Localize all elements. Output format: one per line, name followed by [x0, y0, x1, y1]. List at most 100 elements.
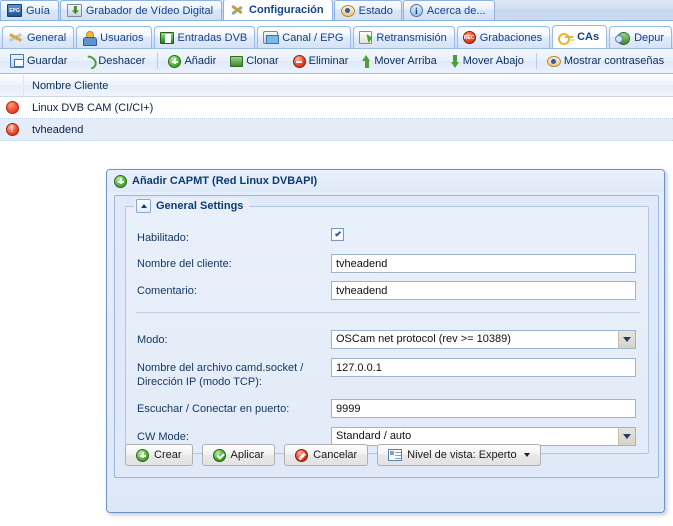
check-circle-icon: [212, 448, 226, 462]
dvr-icon: [66, 4, 82, 17]
create-button[interactable]: Crear: [125, 444, 193, 466]
enabled-checkbox[interactable]: [331, 228, 344, 241]
dialog-title-bar: Añadir CAPMT (Red Linux DVBAPI): [107, 170, 664, 192]
table-row[interactable]: Linux DVB CAM (CI/CI+): [0, 97, 673, 119]
tab-cas[interactable]: CAs: [552, 25, 608, 48]
arrow-up-icon: [362, 54, 371, 68]
view-level-button[interactable]: Nivel de vista: Experto: [377, 444, 541, 466]
add-button[interactable]: Añadir: [162, 52, 222, 71]
bug-icon: [615, 31, 631, 45]
table-row[interactable]: ! tvheadend: [0, 119, 673, 141]
save-icon: [10, 54, 24, 68]
row-status-cell: [0, 101, 24, 114]
field-row-habilitado: Habilitado:: [126, 228, 648, 245]
fieldset-legend-label: General Settings: [156, 200, 244, 212]
field-row-comentario: Comentario:: [126, 281, 648, 300]
mode-select-value: OSCam net protocol (rev >= 10389): [331, 330, 636, 349]
field-label: CW Mode:: [137, 431, 189, 443]
field-row-nombre-cliente: Nombre del cliente:: [126, 254, 648, 273]
arrow-down-icon: [450, 54, 460, 68]
mode-select-arrow[interactable]: [618, 331, 635, 348]
plus-circle-icon: [136, 448, 149, 462]
field-row-puerto: Escuchar / Conectar en puerto:: [126, 399, 648, 418]
users-icon: [82, 31, 98, 46]
section-divider: [136, 312, 640, 313]
client-name-input[interactable]: [331, 254, 636, 273]
settings-tab-bar: General Usuarios Entradas DVB Canal / EP…: [0, 21, 673, 49]
row-name: tvheadend: [32, 123, 84, 136]
undo-button[interactable]: Deshacer: [75, 52, 151, 70]
tab-label: Grabaciones: [479, 31, 543, 44]
plus-circle-icon: [114, 174, 127, 188]
add-capmt-dialog: Añadir CAPMT (Red Linux DVBAPI) General …: [106, 169, 665, 513]
dialog-button-bar: Crear Aplicar Cancelar Nivel de vista: E…: [125, 443, 649, 467]
minus-circle-icon: [292, 54, 306, 68]
tab-label: General: [27, 31, 67, 44]
tab-grabador-video-digital[interactable]: Grabador de Vídeo Digital: [59, 0, 223, 20]
grid-header-spacer: [0, 75, 24, 96]
tab-label: CAs: [577, 31, 600, 43]
tools-icon: [8, 31, 23, 44]
tv-icon: [263, 31, 280, 44]
tab-label: Usuarios: [100, 31, 144, 44]
grid-empty-area: [0, 141, 673, 171]
dvb-card-icon: [159, 31, 174, 44]
field-control: [331, 399, 648, 418]
field-control: [331, 228, 648, 241]
tab-estado[interactable]: Estado: [333, 0, 402, 20]
fieldset-legend: General Settings: [134, 198, 250, 214]
button-label: Deshacer: [98, 55, 146, 67]
button-label: Clonar: [246, 55, 279, 67]
tab-label: Configuración: [249, 4, 324, 16]
column-header-nombre-cliente[interactable]: Nombre Cliente: [24, 80, 108, 92]
toolbar-separator: [535, 53, 537, 69]
comment-input[interactable]: [331, 281, 636, 300]
tab-guia[interactable]: EPG Guía: [0, 0, 59, 20]
field-label: Nombre del archivo camd.socket / Direcci…: [137, 362, 304, 388]
field-label: Modo:: [137, 334, 168, 346]
tab-retransmision[interactable]: Retransmisión: [353, 26, 455, 48]
button-label: Mover Abajo: [462, 55, 524, 67]
collapse-toggle-button[interactable]: [136, 199, 151, 213]
undo-icon: [81, 55, 95, 67]
tab-usuarios[interactable]: Usuarios: [76, 26, 152, 48]
move-down-button[interactable]: Mover Abajo: [445, 52, 530, 71]
plus-circle-icon: [168, 54, 182, 68]
show-passwords-button[interactable]: Mostrar contraseñas: [541, 52, 670, 70]
clone-button[interactable]: Clonar: [224, 52, 284, 70]
delete-button[interactable]: Eliminar: [287, 52, 355, 71]
move-up-button[interactable]: Mover Arriba: [356, 52, 442, 71]
field-control: [331, 358, 648, 377]
tab-label: Grabador de Vídeo Digital: [85, 4, 214, 17]
port-input[interactable]: [331, 399, 636, 418]
tab-canal-epg[interactable]: Canal / EPG: [257, 26, 352, 48]
field-row-camd-socket: Nombre del archivo camd.socket / Direcci…: [126, 358, 648, 389]
field-label: Habilitado:: [137, 232, 189, 244]
tab-label: Estado: [358, 4, 393, 17]
tab-acerca-de[interactable]: i Acerca de...: [402, 0, 495, 20]
eye-icon: [340, 4, 355, 17]
button-label: Mostrar contraseñas: [563, 55, 665, 67]
tab-general[interactable]: General: [2, 26, 75, 48]
tab-entradas-dvb[interactable]: Entradas DVB: [153, 26, 256, 48]
cancel-button[interactable]: Cancelar: [284, 444, 369, 466]
save-button[interactable]: Guardar: [4, 51, 73, 71]
field-control: [331, 254, 648, 273]
grid-toolbar: Guardar Deshacer Añadir Clonar Eliminar …: [0, 49, 673, 74]
apply-button[interactable]: Aplicar: [201, 444, 276, 466]
tab-grabaciones[interactable]: REC Grabaciones: [456, 26, 551, 48]
mode-select[interactable]: OSCam net protocol (rev >= 10389): [331, 330, 636, 349]
tab-configuracion[interactable]: Configuración: [223, 0, 333, 20]
row-name: Linux DVB CAM (CI/CI+): [32, 101, 154, 114]
field-control: OSCam net protocol (rev >= 10389): [331, 330, 648, 349]
field-control: [331, 281, 648, 300]
field-label: Nombre del cliente:: [137, 258, 232, 270]
row-status-cell: !: [0, 123, 24, 136]
tab-depuracion[interactable]: Depur: [609, 26, 673, 48]
camd-socket-input[interactable]: [331, 358, 636, 377]
tab-label: Acerca de...: [426, 4, 486, 17]
button-label: Guardar: [27, 55, 68, 67]
toolbar-separator: [157, 53, 159, 69]
record-icon: REC: [462, 31, 476, 44]
deny-icon: [295, 448, 309, 462]
